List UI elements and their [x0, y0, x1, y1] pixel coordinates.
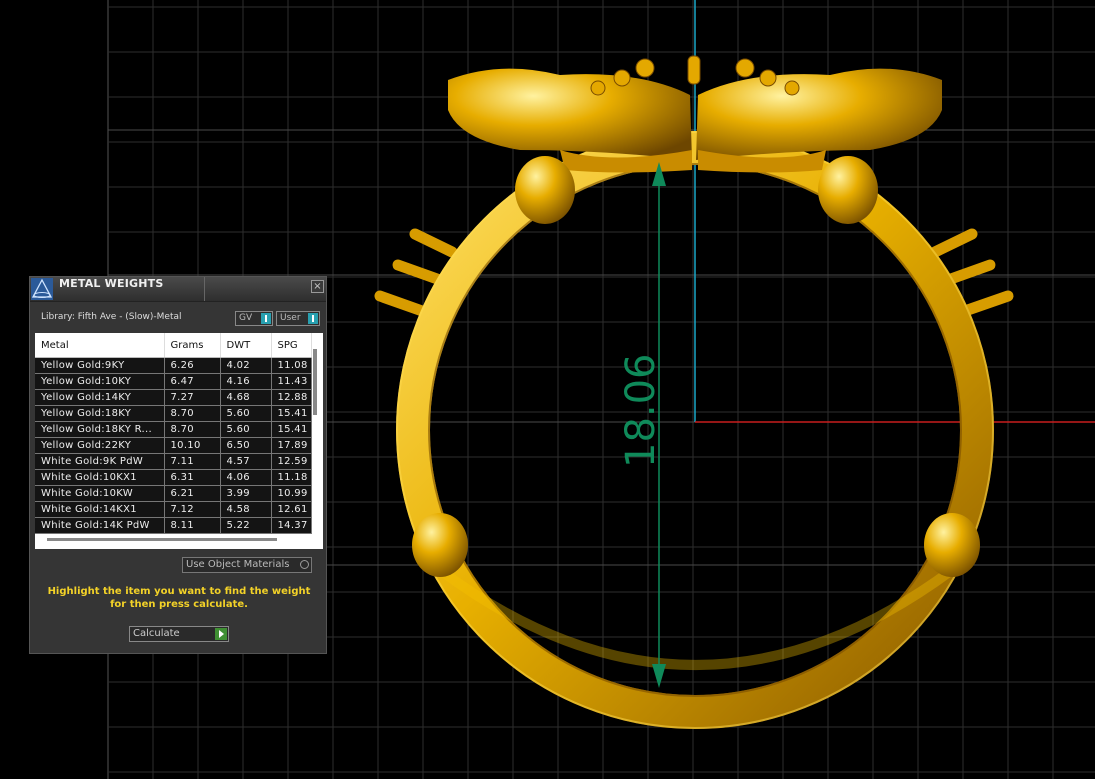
- metal-cell: White Gold:10KW: [35, 485, 165, 502]
- dwt-cell: 4.57: [220, 453, 272, 470]
- metal-cell: White Gold:9K PdW: [35, 453, 165, 470]
- column-header[interactable]: SPG: [271, 333, 312, 358]
- spg-cell: 11.08: [271, 357, 312, 374]
- close-button[interactable]: ×: [311, 280, 324, 293]
- spg-cell: 15.41: [271, 405, 312, 422]
- metal-cell: Yellow Gold:22KY: [35, 437, 165, 454]
- toggle-knob-icon: [261, 313, 271, 324]
- metal-cell: White Gold:10KX1: [35, 469, 165, 486]
- column-header[interactable]: Metal: [35, 333, 165, 358]
- dwt-cell: 4.06: [220, 469, 272, 486]
- user-toggle-label: User: [280, 313, 301, 323]
- use-object-materials-option[interactable]: Use Object Materials: [182, 557, 312, 573]
- column-header[interactable]: DWT: [220, 333, 272, 358]
- horizontal-scrollbar[interactable]: [47, 538, 277, 541]
- toggle-knob-icon: [308, 313, 318, 324]
- grams-cell: 7.11: [164, 453, 221, 470]
- metal-table[interactable]: Metal Grams DWT SPG Yellow Gold:9KY 6.26 4…: [35, 333, 323, 549]
- calculate-button[interactable]: Calculate: [129, 626, 229, 642]
- dwt-cell: 5.22: [220, 517, 272, 534]
- table-row[interactable]: White Gold:14KX1 7.12 4.58 12.61: [35, 501, 312, 518]
- grams-cell: 6.47: [164, 373, 221, 390]
- table-row[interactable]: Yellow Gold:22KY 10.10 6.50 17.89: [35, 437, 312, 454]
- metal-cell: Yellow Gold:10KY: [35, 373, 165, 390]
- panel-titlebar[interactable]: METAL WEIGHTS ×: [30, 277, 326, 302]
- instruction-text: Highlight the item you want to find the …: [47, 586, 311, 610]
- metal-weights-panel: METAL WEIGHTS × Library: Fifth Ave - (Sl…: [29, 276, 327, 654]
- user-toggle[interactable]: User: [276, 311, 320, 326]
- dwt-cell: 6.50: [220, 437, 272, 454]
- table-row[interactable]: Yellow Gold:10KY 6.47 4.16 11.43: [35, 373, 312, 390]
- spg-cell: 10.99: [271, 485, 312, 502]
- spg-cell: 17.89: [271, 437, 312, 454]
- table-row[interactable]: Yellow Gold:18KY 8.70 5.60 15.41: [35, 405, 312, 422]
- dwt-cell: 5.60: [220, 405, 272, 422]
- table-row[interactable]: White Gold:10KX1 6.31 4.06 11.18: [35, 469, 312, 486]
- radio-icon[interactable]: [300, 560, 309, 569]
- metal-cell: Yellow Gold:18KY: [35, 405, 165, 422]
- spg-cell: 12.88: [271, 389, 312, 406]
- table-row[interactable]: Yellow Gold:14KY 7.27 4.68 12.88: [35, 389, 312, 406]
- dwt-cell: 5.60: [220, 421, 272, 438]
- grams-cell: 8.70: [164, 405, 221, 422]
- spg-cell: 14.37: [271, 517, 312, 534]
- library-label: Library: Fifth Ave - (Slow)-Metal: [41, 312, 182, 322]
- grams-cell: 7.27: [164, 389, 221, 406]
- dwt-cell: 4.58: [220, 501, 272, 518]
- dwt-cell: 4.02: [220, 357, 272, 374]
- metal-cell: Yellow Gold:14KY: [35, 389, 165, 406]
- app-logo-icon: [31, 278, 53, 300]
- grams-cell: 6.26: [164, 357, 221, 374]
- gv-toggle[interactable]: GV: [235, 311, 273, 326]
- spg-cell: 11.43: [271, 373, 312, 390]
- table-row[interactable]: White Gold:10KW 6.21 3.99 10.99: [35, 485, 312, 502]
- metal-cell: White Gold:14K PdW: [35, 517, 165, 534]
- spg-cell: 15.41: [271, 421, 312, 438]
- table-row[interactable]: Yellow Gold:9KY 6.26 4.02 11.08: [35, 357, 312, 374]
- metal-cell: White Gold:14KX1: [35, 501, 165, 518]
- grams-cell: 10.10: [164, 437, 221, 454]
- spg-cell: 12.61: [271, 501, 312, 518]
- table-row[interactable]: White Gold:9K PdW 7.11 4.57 12.59: [35, 453, 312, 470]
- spg-cell: 11.18: [271, 469, 312, 486]
- use-object-materials-label: Use Object Materials: [186, 559, 290, 570]
- metal-cell: Yellow Gold:18KY R...: [35, 421, 165, 438]
- table-row[interactable]: Yellow Gold:18KY R... 8.70 5.60 15.41: [35, 421, 312, 438]
- gv-toggle-label: GV: [239, 313, 253, 323]
- grams-cell: 6.31: [164, 469, 221, 486]
- spg-cell: 12.59: [271, 453, 312, 470]
- metal-cell: Yellow Gold:9KY: [35, 357, 165, 374]
- calculate-label: Calculate: [133, 628, 180, 639]
- table-header: Metal Grams DWT SPG: [35, 333, 312, 358]
- dwt-cell: 4.16: [220, 373, 272, 390]
- grams-cell: 8.70: [164, 421, 221, 438]
- panel-title: METAL WEIGHTS: [59, 277, 164, 290]
- dimension-label: 18.06: [618, 353, 664, 468]
- dwt-cell: 3.99: [220, 485, 272, 502]
- dwt-cell: 4.68: [220, 389, 272, 406]
- grams-cell: 8.11: [164, 517, 221, 534]
- grams-cell: 6.21: [164, 485, 221, 502]
- column-header[interactable]: Grams: [164, 333, 221, 358]
- table-row[interactable]: White Gold:14K PdW 8.11 5.22 14.37: [35, 517, 312, 534]
- grams-cell: 7.12: [164, 501, 221, 518]
- play-icon: [215, 628, 227, 640]
- vertical-scrollbar[interactable]: [313, 349, 317, 415]
